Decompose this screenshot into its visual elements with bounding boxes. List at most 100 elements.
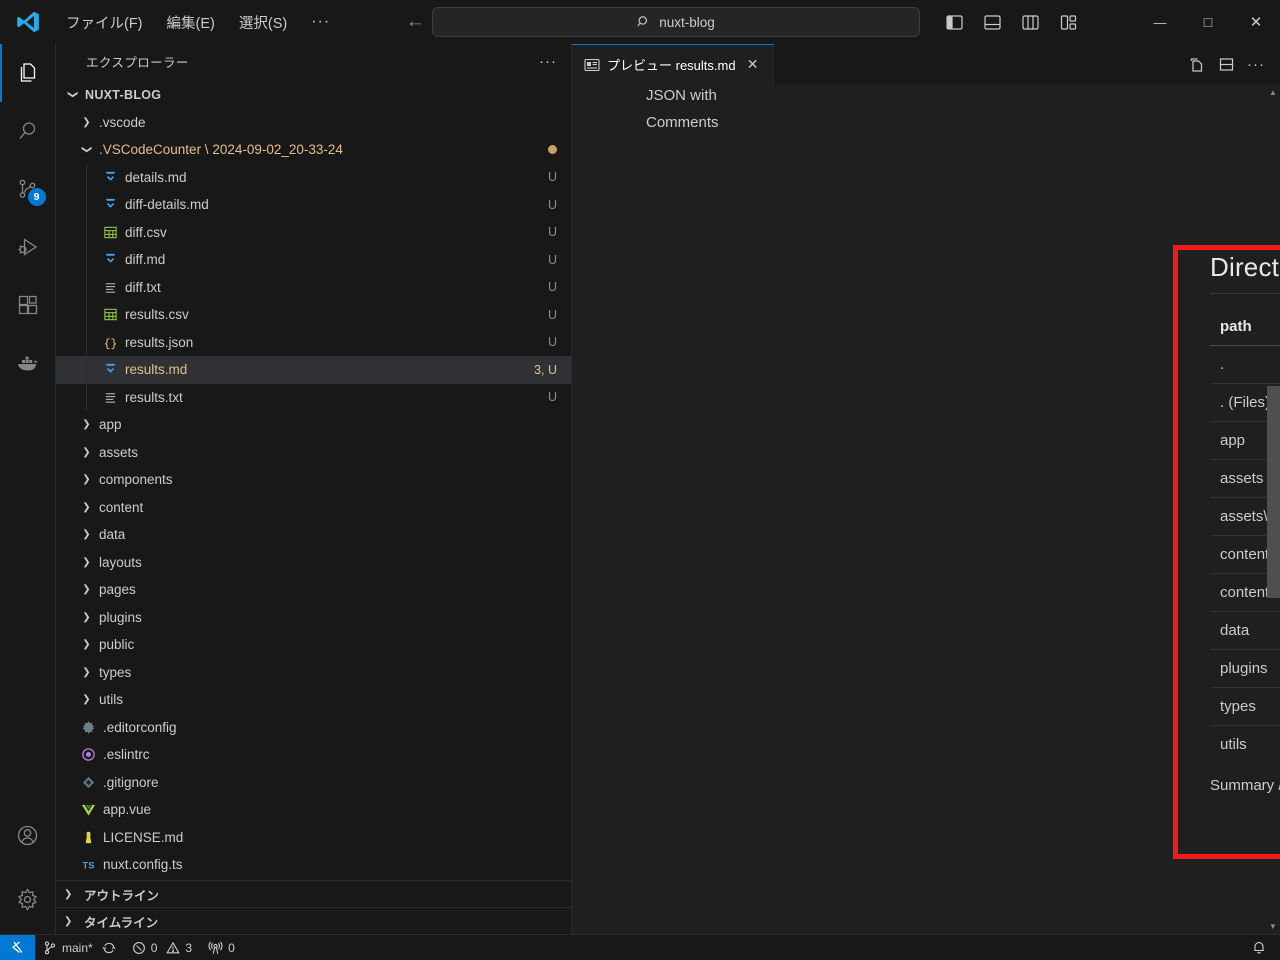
chevron-right-icon[interactable]: ❯ [78, 694, 95, 705]
tree-file-item[interactable]: .gitignore [56, 769, 571, 797]
chevron-right-icon[interactable]: ❯ [78, 612, 95, 623]
status-error-count: 0 [150, 940, 158, 955]
markdown-icon [100, 252, 121, 267]
tree-folder-item[interactable]: ❯ utils [56, 686, 571, 714]
explorer-header: エクスプローラー ··· [56, 44, 571, 79]
tree-folder-item[interactable]: ❯ data [56, 521, 571, 549]
tree-root-folder[interactable]: ❯ NUXT-BLOG [56, 81, 571, 109]
chevron-right-icon[interactable]: ❯ [78, 474, 95, 485]
chevron-right-icon[interactable]: ❯ [78, 529, 95, 540]
tree-item-label: components [99, 472, 173, 488]
chevron-down-icon[interactable]: ❯ [81, 141, 92, 158]
activity-explorer[interactable] [0, 44, 56, 102]
status-ports[interactable]: 0 [200, 935, 243, 960]
toggle-panel-icon[interactable] [976, 8, 1008, 36]
tab-preview-results-md[interactable]: プレビュー results.md ✕ [572, 44, 774, 84]
tree-file-item[interactable]: results.txt U [56, 383, 571, 411]
scrollbar-thumb[interactable] [1267, 386, 1280, 598]
tree-folder-item[interactable]: ❯ .VSCodeCounter \ 2024-09-02_20-33-24 [56, 136, 571, 164]
tree-file-item[interactable]: results.md 3, U [56, 356, 571, 384]
tree-folder-item[interactable]: ❯ app [56, 411, 571, 439]
unstaged-changes-dot [548, 145, 557, 155]
chevron-right-icon[interactable]: ❯ [78, 584, 95, 595]
tree-file-item[interactable]: diff.csv U [56, 218, 571, 246]
minimize-button[interactable]: — [1136, 0, 1184, 44]
file-tree[interactable]: ❯ NUXT-BLOG ❯ .vscode ❯ .VSCodeCounter \ 2024… [56, 79, 571, 880]
search-icon [637, 15, 651, 29]
menu-more-button[interactable]: ··· [301, 11, 340, 33]
tree-folder-item[interactable]: ❯ layouts [56, 549, 571, 577]
more-actions-icon[interactable]: ··· [1242, 50, 1270, 78]
tree-folder-item[interactable]: ❯ types [56, 659, 571, 687]
customize-layout-icon[interactable] [1052, 8, 1084, 36]
tree-file-item[interactable]: results.csv U [56, 301, 571, 329]
tree-folder-item[interactable]: ❯ content [56, 494, 571, 522]
maximize-button[interactable]: □ [1184, 0, 1232, 44]
tab-close-button[interactable]: ✕ [743, 55, 763, 75]
scroll-up-arrow-icon[interactable]: ▲ [1266, 86, 1280, 98]
tree-folder-item[interactable]: ❯ assets [56, 439, 571, 467]
menu-edit[interactable]: 編集(E) [157, 8, 225, 37]
chevron-right-icon[interactable]: ❯ [78, 447, 95, 458]
tree-folder-item[interactable]: ❯ .vscode [56, 109, 571, 137]
explorer-more-actions-button[interactable]: ··· [539, 53, 557, 70]
chevron-right-icon[interactable]: ❯ [78, 502, 95, 513]
tree-folder-item[interactable]: ❯ plugins [56, 604, 571, 632]
markdown-preview[interactable]: JSON with Comments 1 3 1 1 5 Directories… [572, 84, 1280, 934]
activity-bar: 9 [0, 44, 56, 934]
tree-item-status-badge: U [547, 335, 557, 350]
menu-selection[interactable]: 選択(S) [229, 8, 297, 37]
tree-file-item[interactable]: TS nuxt.config.ts [56, 851, 571, 879]
tree-folder-item[interactable]: ❯ components [56, 466, 571, 494]
tree-folder-item[interactable]: ❯ public [56, 631, 571, 659]
remote-window-indicator[interactable] [0, 934, 35, 960]
source-control-badge: 9 [27, 188, 46, 206]
sidebar-section-outline[interactable]: ❯ アウトライン [56, 880, 571, 907]
chevron-right-icon[interactable]: ❯ [78, 639, 95, 650]
split-editor-down-icon[interactable] [1212, 50, 1240, 78]
chevron-right-icon[interactable]: ❯ [78, 557, 95, 568]
activity-accounts[interactable] [0, 806, 56, 864]
activity-source-control[interactable]: 9 [0, 160, 56, 218]
preview-vertical-scrollbar[interactable]: ▲ ▼ [1266, 84, 1280, 934]
tree-file-item[interactable]: LICENSE.md [56, 824, 571, 852]
close-button[interactable]: ✕ [1232, 0, 1280, 44]
tree-item-label: .gitignore [103, 774, 159, 790]
tree-item-label: .editorconfig [103, 719, 177, 735]
activity-run-debug[interactable] [0, 218, 56, 276]
toggle-secondary-sidebar-icon[interactable] [1014, 8, 1046, 36]
chevron-down-icon[interactable]: ❯ [67, 86, 78, 103]
tree-item-label: pages [99, 582, 136, 598]
bell-icon [1254, 942, 1264, 954]
tree-file-item[interactable]: details.md U [56, 163, 571, 191]
tree-file-item[interactable]: app.vue [56, 796, 571, 824]
open-source-icon[interactable] [1182, 50, 1210, 78]
tree-file-item[interactable]: diff-details.md U [56, 191, 571, 219]
json-icon: {} [100, 335, 121, 350]
activity-search[interactable] [0, 102, 56, 160]
sidebar-section-timeline[interactable]: ❯ タイムライン [56, 907, 571, 934]
tree-folder-item[interactable]: ❯ pages [56, 576, 571, 604]
activity-extensions[interactable] [0, 276, 56, 334]
indent-guide [86, 273, 87, 301]
tree-file-item[interactable]: .editorconfig [56, 714, 571, 742]
scroll-down-arrow-icon[interactable]: ▼ [1266, 920, 1280, 932]
clipped-row-label: JSON with Comments [646, 87, 719, 131]
status-problems[interactable]: 0 3 [124, 935, 200, 960]
chevron-right-icon[interactable]: ❯ [78, 117, 95, 128]
activity-docker[interactable] [0, 334, 56, 392]
status-git-branch[interactable]: main* [35, 935, 124, 960]
tree-file-item[interactable]: diff.txt U [56, 273, 571, 301]
chevron-right-icon[interactable]: ❯ [78, 667, 95, 678]
activity-settings[interactable] [0, 864, 56, 934]
menu-file[interactable]: ファイル(F) [56, 8, 153, 37]
toggle-primary-sidebar-icon[interactable] [938, 8, 970, 36]
tree-file-item[interactable]: {} results.json U [56, 328, 571, 356]
tree-file-item[interactable]: diff.md U [56, 246, 571, 274]
chevron-right-icon[interactable]: ❯ [78, 419, 95, 430]
command-center-search[interactable]: nuxt-blog [432, 7, 920, 37]
tree-file-item[interactable]: .eslintrc [56, 741, 571, 769]
go-back-button[interactable]: ← [404, 11, 426, 33]
tree-item-label: utils [99, 692, 124, 708]
status-notifications[interactable] [1244, 935, 1280, 960]
